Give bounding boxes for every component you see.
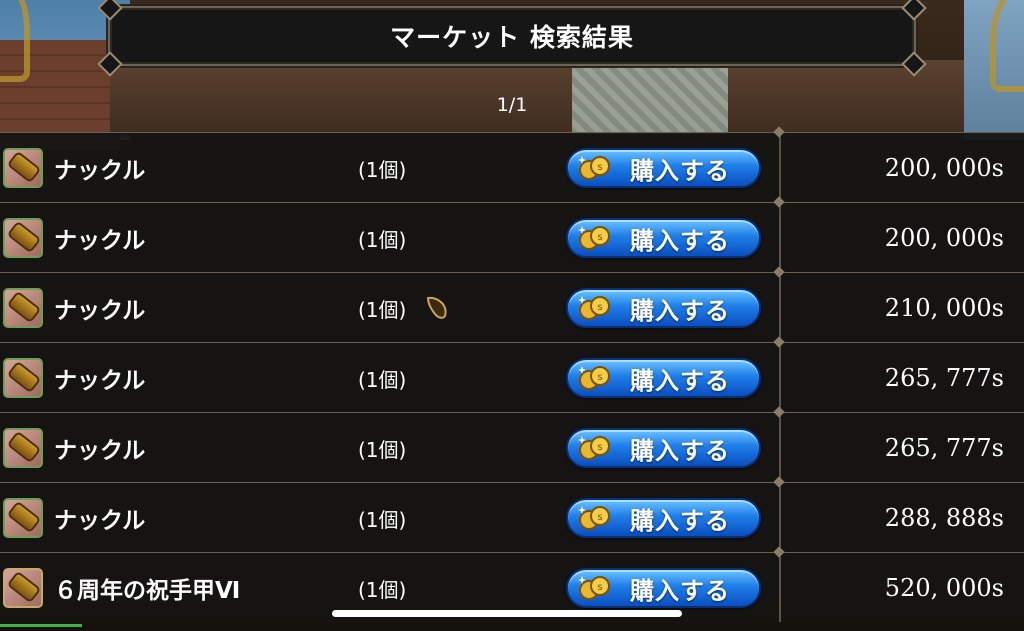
coin-icon: s	[578, 226, 610, 250]
item-price: 200, 000s	[884, 224, 1004, 252]
column-divider	[779, 203, 781, 272]
listing-list: ナックル (1個) s 購入する 200, 000s ナックル (1個) s 購…	[0, 132, 1024, 622]
listing-row[interactable]: ナックル (1個) s 購入する 265, 777s	[0, 412, 1024, 482]
buy-button[interactable]: s 購入する	[566, 288, 761, 328]
buy-button-label: 購入する	[630, 156, 730, 185]
knuckle-icon[interactable]	[3, 428, 43, 468]
title-bar: マーケット 検索結果	[97, 0, 927, 77]
listing-row[interactable]: ナックル (1個) s 購入する 210, 000s	[0, 272, 1024, 342]
item-price: 265, 777s	[884, 364, 1004, 392]
item-quantity: (1個)	[358, 297, 407, 322]
item-price: 265, 777s	[884, 434, 1004, 462]
buy-button[interactable]: s 購入する	[566, 358, 761, 398]
page-indicator: 1/1	[496, 94, 528, 116]
buy-button-label: 購入する	[630, 506, 730, 535]
item-quantity: (1個)	[358, 367, 407, 392]
item-name: ナックル	[54, 298, 146, 324]
coin-icon: s	[578, 506, 610, 530]
column-divider	[779, 553, 781, 622]
item-name: ナックル	[54, 438, 146, 464]
item-name: ６周年の祝手甲Ⅵ	[54, 578, 241, 604]
coin-icon: s	[578, 436, 610, 460]
item-price: 210, 000s	[884, 294, 1004, 322]
svg-text:s: s	[597, 232, 602, 243]
coin-icon: s	[578, 366, 610, 390]
item-name: ナックル	[54, 368, 146, 394]
listing-row[interactable]: ナックル (1個) s 購入する 200, 000s	[0, 132, 1024, 202]
gauntlet-icon[interactable]	[3, 568, 43, 608]
coin-icon: s	[578, 156, 610, 180]
buy-button[interactable]: s 購入する	[566, 148, 761, 188]
item-quantity: (1個)	[358, 227, 407, 252]
column-divider	[779, 413, 781, 482]
coin-icon: s	[578, 296, 610, 320]
item-quantity: (1個)	[358, 507, 407, 532]
column-divider	[779, 343, 781, 412]
buy-button[interactable]: s 購入する	[566, 218, 761, 258]
column-divider	[779, 273, 781, 342]
buy-button-label: 購入する	[630, 296, 730, 325]
item-price: 288, 888s	[884, 504, 1004, 532]
item-name: ナックル	[54, 508, 146, 534]
home-indicator[interactable]	[332, 610, 682, 617]
buy-button[interactable]: s 購入する	[566, 568, 761, 608]
buy-button-label: 購入する	[630, 436, 730, 465]
item-price: 520, 000s	[884, 574, 1004, 602]
page-title: マーケット 検索結果	[390, 23, 634, 52]
svg-text:s: s	[597, 512, 602, 523]
listing-row[interactable]: ナックル (1個) s 購入する 265, 777s	[0, 342, 1024, 412]
scroll-progress-bar	[0, 624, 82, 627]
knuckle-icon[interactable]	[3, 498, 43, 538]
knuckle-icon[interactable]	[3, 148, 43, 188]
buy-button[interactable]: s 購入する	[566, 498, 761, 538]
ornament-left-icon	[0, 0, 30, 82]
listing-row[interactable]: ナックル (1個) s 購入する 200, 000s	[0, 202, 1024, 272]
buy-button-label: 購入する	[630, 576, 730, 605]
svg-text:s: s	[597, 442, 602, 453]
column-divider	[779, 483, 781, 552]
seed-icon[interactable]	[424, 295, 450, 321]
knuckle-icon[interactable]	[3, 288, 43, 328]
buy-button-label: 購入する	[630, 366, 730, 395]
buy-button[interactable]: s 購入する	[566, 428, 761, 468]
svg-text:s: s	[597, 372, 602, 383]
knuckle-icon[interactable]	[3, 218, 43, 258]
ornament-right-icon	[990, 0, 1024, 92]
coin-icon: s	[578, 576, 610, 600]
buy-button-label: 購入する	[630, 226, 730, 255]
svg-text:s: s	[597, 582, 602, 593]
item-name: ナックル	[54, 228, 146, 254]
svg-text:s: s	[597, 162, 602, 173]
knuckle-icon[interactable]	[3, 358, 43, 398]
item-name: ナックル	[54, 158, 146, 184]
listing-row[interactable]: ナックル (1個) s 購入する 288, 888s	[0, 482, 1024, 552]
item-price: 200, 000s	[884, 154, 1004, 182]
svg-text:s: s	[597, 302, 602, 313]
column-divider	[779, 133, 781, 202]
item-quantity: (1個)	[358, 437, 407, 462]
item-quantity: (1個)	[358, 157, 407, 182]
